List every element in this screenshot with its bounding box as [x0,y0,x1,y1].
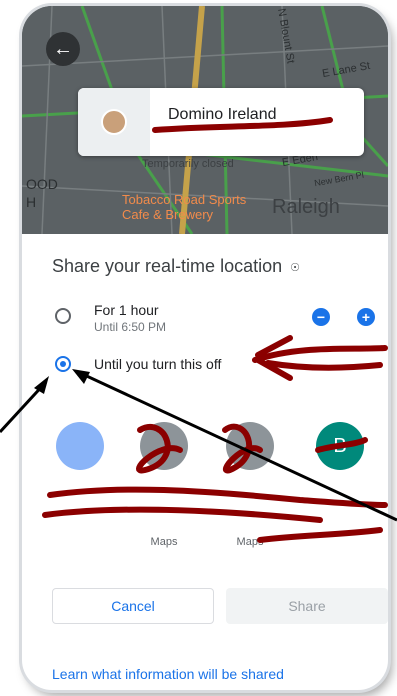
target-caption: Maps [150,536,178,548]
minus-icon: − [316,309,326,325]
share-target[interactable]: B [312,418,382,548]
share-target[interactable]: Maps [136,418,206,548]
decrease-button[interactable]: − [312,308,330,326]
map-view[interactable]: N Blount St E Lane St E Eden New Bern Pl… [22,6,388,234]
share-target[interactable]: Maps [222,418,292,548]
share-target[interactable] [52,418,122,548]
avatar [78,88,150,156]
arrow-left-icon: ← [53,37,73,60]
help-circle-icon[interactable]: ☉ [290,262,300,274]
target-caption: Maps [236,536,264,548]
person-icon [56,422,104,470]
learn-more-link[interactable]: Learn what information will be shared [52,666,284,682]
option-sublabel: Until 6:50 PM [94,320,167,334]
share-title-text: Share your real-time location [52,256,283,276]
plus-icon: + [361,309,371,325]
contact-name: Domino Ireland [168,106,277,123]
radio-until-off[interactable] [55,356,71,372]
cancel-button[interactable]: Cancel [52,588,214,624]
radio-one-hour[interactable] [55,308,71,324]
option-until-off[interactable]: Until you turn this off [52,348,382,388]
share-button[interactable]: Share [226,588,388,624]
phone-frame: N Blount St E Lane St E Eden New Bern Pl… [22,6,388,690]
contact-card[interactable]: Domino Ireland [78,88,364,156]
poi-label: Tobacco Road Sports Cafe & Brewery [122,192,247,222]
place-label: OOD [26,176,58,192]
option-label: Until you turn this off [94,356,222,372]
maps-icon [226,422,274,470]
option-one-hour[interactable]: For 1 hour Until 6:50 PM − + [52,300,382,340]
place-label: H [26,194,37,210]
share-targets: Maps Maps B [22,418,388,548]
city-label: Raleigh [272,196,340,218]
share-title: Share your real-time location ☉ [52,256,300,277]
status-label: Temporarily closed [142,158,234,170]
increase-button[interactable]: + [357,308,375,326]
maps-icon [140,422,188,470]
contact-letter-icon: B [316,422,364,470]
back-button[interactable]: ← [46,32,80,66]
avatar-photo [101,109,127,135]
option-label: For 1 hour [94,302,159,318]
